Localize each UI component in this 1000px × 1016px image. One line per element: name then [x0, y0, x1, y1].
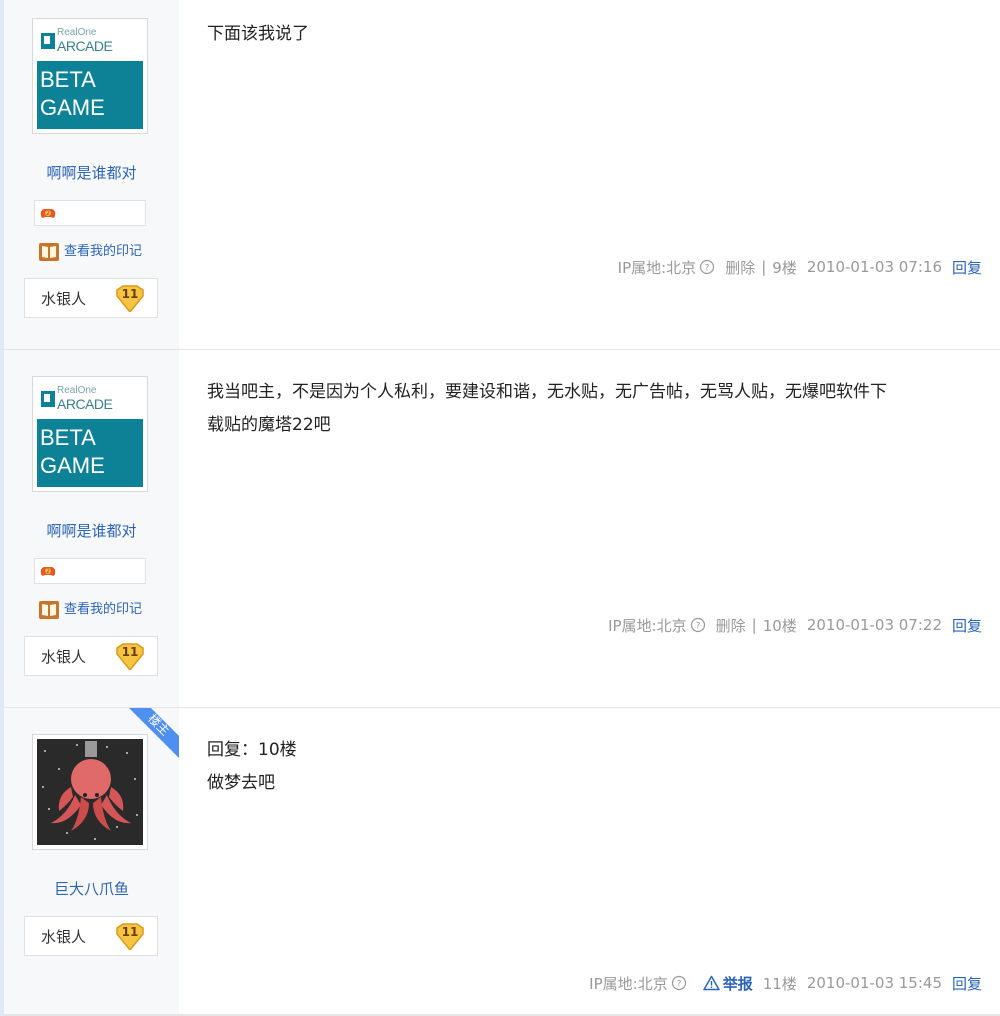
reply-link[interactable]: 回复 — [952, 615, 982, 636]
game-badge-icon[interactable]: 2 — [39, 206, 57, 220]
avatar-text-line1: BETA — [40, 67, 96, 92]
octopus-avatar-icon — [37, 739, 143, 845]
avatar-image: RealOne ARCADE BETA GAME — [37, 381, 143, 487]
author-avatar[interactable]: RealOne ARCADE BETA GAME — [32, 376, 148, 492]
floor-number: 11楼 — [762, 974, 797, 993]
content-line: 回复：10楼 — [207, 740, 297, 760]
svg-text:2: 2 — [46, 568, 50, 575]
delete-link[interactable]: 删除 — [725, 257, 755, 278]
author-sidebar: RealOne ARCADE BETA GAME 啊啊是谁都对 2 查看我的印记… — [4, 350, 179, 707]
report-link[interactable]: 举报 — [702, 973, 753, 994]
author-name[interactable]: 啊啊是谁都对 — [4, 162, 179, 183]
book-icon — [39, 243, 59, 261]
post-meta: IP属地:北京 ? 删除 | 9楼 2010-01-03 07:16 回复 — [618, 256, 982, 278]
help-icon[interactable]: ? — [690, 617, 706, 633]
svg-text:?: ? — [676, 980, 681, 990]
badge-box: 2 — [34, 558, 146, 584]
author-avatar[interactable] — [32, 734, 148, 850]
content-line: 载贴的魔塔22吧 — [207, 415, 331, 435]
post-floor-11: 楼主 巨大八爪鱼 水银人 11 回复：10楼 做梦去吧 IP属地:北京 ? 举报… — [4, 708, 1000, 1016]
separator: | — [761, 258, 767, 276]
post-content: 下面该我说了 — [207, 18, 977, 51]
post-content: 回复：10楼 做梦去吧 — [207, 734, 977, 800]
avatar-text-line2: GAME — [40, 95, 105, 120]
member-level[interactable]: 水银人 11 — [24, 278, 158, 318]
imprint-label: 查看我的印记 — [64, 244, 143, 259]
thread-page: RealOne ARCADE BETA GAME 啊啊是谁都对 2 查看我的印记… — [0, 0, 1000, 1016]
report-label: 举报 — [722, 974, 753, 993]
author-sidebar: 楼主 巨大八爪鱼 水银人 11 — [4, 708, 179, 1014]
author-sidebar: RealOne ARCADE BETA GAME 啊啊是谁都对 2 查看我的印记… — [4, 0, 179, 349]
level-number: 11 — [121, 645, 139, 659]
view-imprint-link[interactable]: 查看我的印记 — [38, 240, 178, 262]
content-line: 做梦去吧 — [207, 773, 275, 793]
avatar-text-line2: GAME — [40, 453, 105, 478]
reply-link[interactable]: 回复 — [952, 973, 982, 994]
post-floor-9: RealOne ARCADE BETA GAME 啊啊是谁都对 2 查看我的印记… — [4, 0, 1000, 350]
author-name[interactable]: 啊啊是谁都对 — [4, 520, 179, 541]
imprint-label: 查看我的印记 — [64, 602, 143, 617]
avatar-brand: ARCADE — [57, 38, 113, 54]
post-time: 2010-01-03 07:22 — [806, 616, 942, 634]
arcade-logo-icon — [41, 33, 55, 49]
avatar-text-line1: BETA — [40, 425, 96, 450]
ip-location: IP属地:北京 — [589, 974, 668, 993]
author-name[interactable]: 巨大八爪鱼 — [4, 878, 179, 899]
member-level[interactable]: 水银人 11 — [24, 636, 158, 676]
help-icon[interactable]: ? — [671, 975, 687, 991]
post-time: 2010-01-03 07:16 — [806, 258, 942, 276]
post-meta: IP属地:北京 ? 删除 | 10楼 2010-01-03 07:22 回复 — [608, 614, 982, 636]
help-icon[interactable]: ? — [699, 259, 715, 275]
arcade-logo-icon — [41, 391, 55, 407]
delete-link[interactable]: 删除 — [716, 615, 746, 636]
book-icon — [39, 601, 59, 619]
separator: | — [751, 616, 757, 634]
reply-link[interactable]: 回复 — [952, 257, 982, 278]
level-number: 11 — [121, 287, 139, 301]
post-meta: IP属地:北京 ? 举报 11楼 2010-01-03 15:45 回复 — [589, 972, 982, 994]
view-imprint-link[interactable]: 查看我的印记 — [38, 598, 178, 620]
post-time: 2010-01-03 15:45 — [806, 974, 942, 992]
content-line: 下面该我说了 — [207, 24, 309, 44]
avatar-brand: ARCADE — [57, 396, 113, 412]
warning-icon — [702, 975, 720, 991]
level-number: 11 — [121, 925, 139, 939]
badge-box: 2 — [34, 200, 146, 226]
floor-number: 9楼 — [772, 258, 797, 277]
level-title: 水银人 — [41, 928, 87, 946]
svg-text:?: ? — [695, 622, 700, 632]
avatar-brand-small: RealOne — [57, 27, 97, 38]
member-level[interactable]: 水银人 11 — [24, 916, 158, 956]
level-title: 水银人 — [41, 290, 87, 308]
post-content: 我当吧主，不是因为个人私利，要建设和谐，无水贴，无广告帖，无骂人贴，无爆吧软件下… — [207, 376, 977, 442]
ip-location: IP属地:北京 — [608, 616, 687, 635]
avatar-image: RealOne ARCADE BETA GAME — [37, 23, 143, 129]
author-avatar[interactable]: RealOne ARCADE BETA GAME — [32, 18, 148, 134]
level-title: 水银人 — [41, 648, 87, 666]
svg-text:2: 2 — [46, 210, 50, 217]
avatar-brand-small: RealOne — [57, 385, 97, 396]
game-badge-icon[interactable]: 2 — [39, 564, 57, 578]
post-floor-10: RealOne ARCADE BETA GAME 啊啊是谁都对 2 查看我的印记… — [4, 350, 1000, 708]
avatar-image — [37, 739, 143, 845]
ip-location: IP属地:北京 — [617, 258, 697, 277]
svg-text:?: ? — [705, 264, 710, 274]
content-line: 我当吧主，不是因为个人私利，要建设和谐，无水贴，无广告帖，无骂人贴，无爆吧软件下 — [207, 382, 887, 402]
floor-number: 10楼 — [762, 616, 797, 635]
